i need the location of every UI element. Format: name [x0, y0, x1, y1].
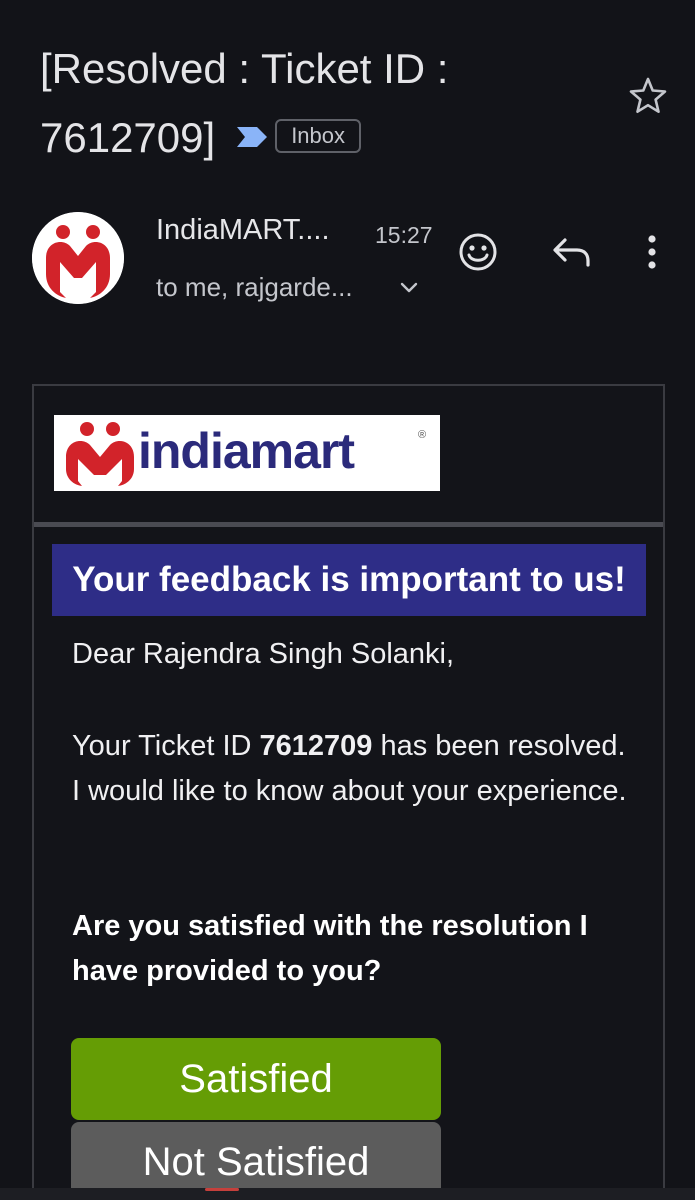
- toolbar-indicator: [205, 1188, 239, 1191]
- sender-name[interactable]: IndiaMART....: [156, 214, 330, 247]
- inbox-label-chip[interactable]: Inbox: [275, 118, 362, 153]
- registered-mark: ®: [418, 429, 427, 441]
- email-time: 15:27: [375, 222, 433, 248]
- ticket-id: 7612709: [259, 730, 373, 762]
- sender-avatar[interactable]: [32, 212, 124, 304]
- message-prefix: Your Ticket ID: [72, 730, 260, 762]
- chevron-down-icon[interactable]: [398, 276, 420, 298]
- email-view: [Resolved : Ticket ID : 7612709] Inbox I…: [0, 0, 695, 1200]
- more-vertical-icon[interactable]: [636, 230, 668, 274]
- email-body: indiamart ® Your feedback is important t…: [32, 384, 665, 1200]
- bottom-toolbar: [0, 1188, 695, 1200]
- smiley-face-icon[interactable]: [456, 230, 500, 274]
- reply-arrow-icon[interactable]: [551, 232, 593, 272]
- resolution-message: Your Ticket ID 7612709 has been resolved…: [72, 724, 632, 814]
- indiamart-logo-icon: [32, 212, 124, 304]
- greeting-text: Dear Rajendra Singh Solanki,: [72, 638, 455, 670]
- indiamart-banner: indiamart ®: [54, 415, 440, 491]
- star-icon[interactable]: [628, 76, 668, 116]
- feedback-heading: Your feedback is important to us!: [52, 544, 646, 616]
- importance-marker-icon[interactable]: [235, 125, 269, 149]
- brand-wordmark: indiamart: [138, 423, 355, 479]
- section-divider: [34, 522, 663, 527]
- indiamart-logo-icon: [66, 422, 134, 486]
- satisfaction-question: Are you satisfied with the resolution I …: [72, 910, 588, 987]
- email-subject: [Resolved : Ticket ID : 7612709] Inbox: [40, 34, 600, 172]
- satisfied-button[interactable]: Satisfied: [71, 1038, 441, 1120]
- recipients-summary[interactable]: to me, rajgarde...: [156, 272, 353, 303]
